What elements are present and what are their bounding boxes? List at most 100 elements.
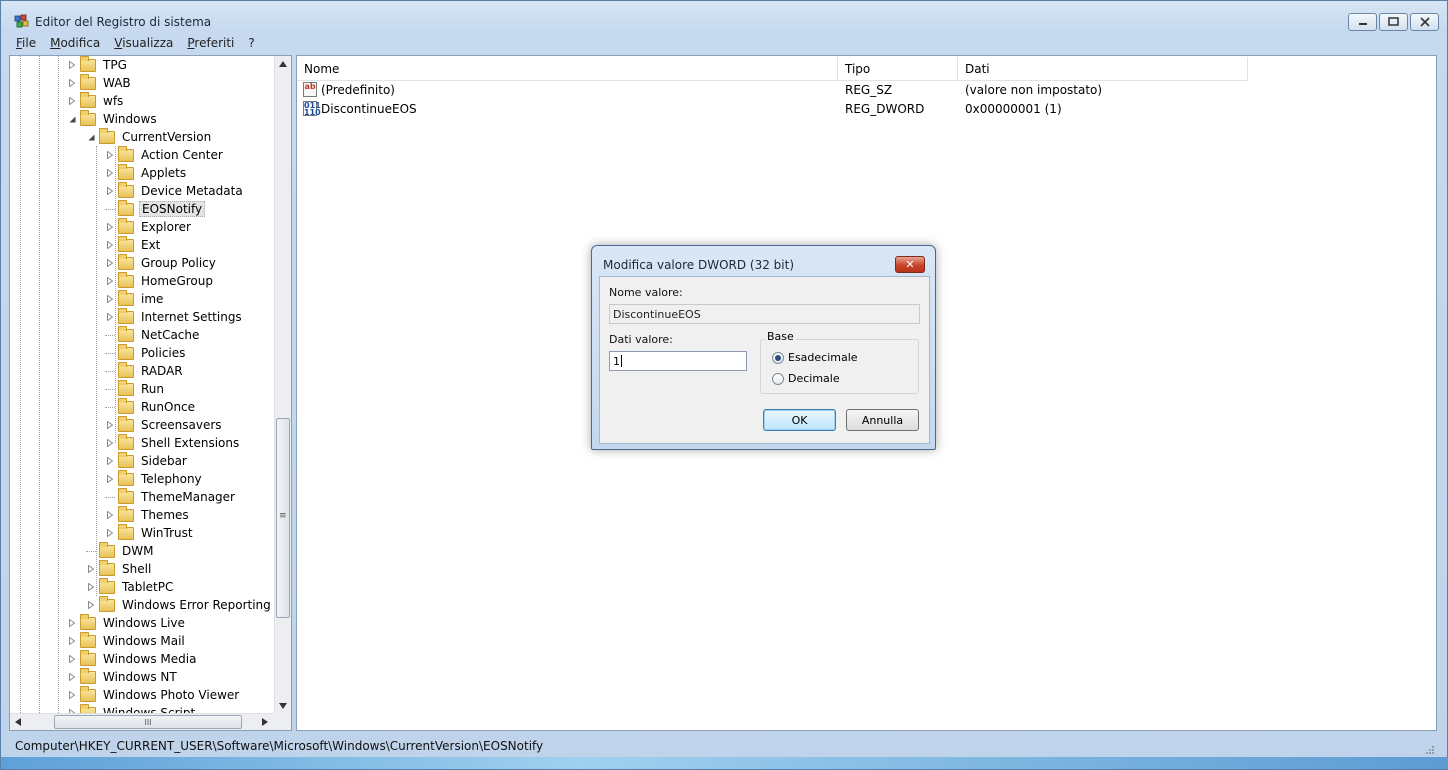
expand-arrow-icon[interactable] bbox=[105, 524, 115, 542]
radio-unselected-icon[interactable] bbox=[772, 372, 784, 385]
tree-node[interactable]: DWM bbox=[86, 541, 155, 560]
radio-selected-icon[interactable] bbox=[772, 351, 784, 364]
tree-node[interactable]: Windows Photo Viewer bbox=[67, 685, 241, 704]
tree-node[interactable]: Windows Error Reporting bbox=[86, 595, 273, 614]
value-name: (Predefinito) bbox=[321, 83, 395, 97]
expand-arrow-icon[interactable] bbox=[105, 416, 115, 434]
tree-node[interactable]: WAB bbox=[67, 73, 133, 92]
minimize-button[interactable] bbox=[1348, 13, 1377, 31]
expand-arrow-icon[interactable] bbox=[67, 668, 77, 686]
tree-node[interactable]: TPG bbox=[67, 56, 129, 74]
expand-arrow-icon[interactable] bbox=[105, 182, 115, 200]
tree-node[interactable]: Device Metadata bbox=[105, 181, 245, 200]
expand-arrow-icon[interactable] bbox=[105, 470, 115, 488]
tree-node[interactable]: TabletPC bbox=[86, 577, 175, 596]
expand-arrow-icon[interactable] bbox=[105, 218, 115, 236]
ok-button[interactable]: OK bbox=[763, 409, 836, 431]
tree-node[interactable]: Telephony bbox=[105, 469, 204, 488]
tree-node[interactable]: Internet Settings bbox=[105, 307, 244, 326]
expand-arrow-icon[interactable] bbox=[86, 560, 96, 578]
tree-node[interactable]: Sidebar bbox=[105, 451, 189, 470]
tree-node[interactable]: Windows NT bbox=[67, 667, 179, 686]
tree-node[interactable]: HomeGroup bbox=[105, 271, 215, 290]
menu-help[interactable]: ? bbox=[241, 35, 261, 53]
scroll-right-icon[interactable] bbox=[262, 718, 268, 726]
expand-arrow-icon[interactable] bbox=[105, 164, 115, 182]
value-row[interactable]: ab (Predefinito) REG_SZ (valore non impo… bbox=[297, 81, 1257, 100]
tree-node[interactable]: Policies bbox=[105, 343, 187, 362]
tree-horizontal-scrollbar[interactable]: III bbox=[10, 713, 274, 730]
expand-arrow-icon[interactable] bbox=[67, 74, 77, 92]
vertical-scroll-thumb[interactable]: ≡ bbox=[276, 418, 290, 618]
column-header-nome[interactable]: Nome bbox=[297, 57, 838, 81]
tree-node[interactable]: ThemeManager bbox=[105, 487, 237, 506]
expand-arrow-icon[interactable] bbox=[105, 434, 115, 452]
expand-arrow-icon[interactable] bbox=[67, 632, 77, 650]
expand-arrow-icon[interactable] bbox=[67, 92, 77, 110]
tree-node[interactable]: Ext bbox=[105, 235, 162, 254]
expand-arrow-icon[interactable] bbox=[105, 308, 115, 326]
column-header-dati[interactable]: Dati bbox=[958, 57, 1248, 81]
close-window-button[interactable] bbox=[1410, 13, 1439, 31]
tree-node-label: Windows Photo Viewer bbox=[103, 688, 240, 702]
tree-node[interactable]: NetCache bbox=[105, 325, 201, 344]
expand-arrow-icon[interactable] bbox=[105, 236, 115, 254]
resize-grip-icon[interactable] bbox=[1425, 745, 1435, 755]
radio-decimal[interactable]: Decimale bbox=[772, 372, 840, 385]
tree-node[interactable]: RADAR bbox=[105, 361, 185, 380]
value-data-input[interactable]: 1 bbox=[609, 351, 747, 371]
cancel-button[interactable]: Annulla bbox=[846, 409, 919, 431]
scroll-down-icon[interactable] bbox=[279, 703, 287, 709]
dialog-close-button[interactable]: ✕ bbox=[895, 256, 925, 273]
tree-node[interactable]: CurrentVersion bbox=[86, 127, 213, 146]
expand-arrow-icon[interactable] bbox=[86, 578, 96, 596]
tree-node[interactable]: Shell Extensions bbox=[105, 433, 241, 452]
tree-node[interactable]: Windows Media bbox=[67, 649, 198, 668]
expand-arrow-icon[interactable] bbox=[105, 146, 115, 164]
expand-arrow-icon[interactable] bbox=[105, 290, 115, 308]
tree-node[interactable]: RunOnce bbox=[105, 397, 197, 416]
expand-arrow-icon[interactable] bbox=[105, 254, 115, 272]
menu-visualizza[interactable]: Visualizza bbox=[107, 35, 180, 53]
column-header-tipo[interactable]: Tipo bbox=[838, 57, 958, 81]
registry-tree[interactable]: TPG WAB wfs Windows CurrentVersion Action Cen… bbox=[9, 55, 292, 731]
value-row[interactable]: 011 110 DiscontinueEOS REG_DWORD 0x00000… bbox=[297, 100, 1257, 119]
tree-vertical-scrollbar[interactable]: ≡ bbox=[274, 56, 291, 715]
tree-node[interactable]: WinTrust bbox=[105, 523, 195, 542]
expand-arrow-icon[interactable] bbox=[67, 650, 77, 668]
collapse-arrow-icon[interactable] bbox=[67, 110, 77, 128]
expand-arrow-icon[interactable] bbox=[105, 452, 115, 470]
maximize-button[interactable] bbox=[1379, 13, 1408, 31]
expand-arrow-icon[interactable] bbox=[86, 596, 96, 614]
tree-node[interactable]: Explorer bbox=[105, 217, 193, 236]
expand-arrow-icon[interactable] bbox=[67, 614, 77, 632]
scroll-left-icon[interactable] bbox=[15, 718, 21, 726]
title-bar[interactable]: Editor del Registro di sistema bbox=[1, 1, 1447, 35]
tree-node[interactable]: Screensavers bbox=[105, 415, 224, 434]
tree-node[interactable]: Shell bbox=[86, 559, 153, 578]
tree-node[interactable]: ime bbox=[105, 289, 165, 308]
tree-node[interactable]: Windows Live bbox=[67, 613, 187, 632]
menu-file[interactable]: File bbox=[9, 35, 43, 53]
tree-node[interactable]: Themes bbox=[105, 505, 191, 524]
menu-modifica[interactable]: Modifica bbox=[43, 35, 107, 53]
horizontal-scroll-thumb[interactable]: III bbox=[54, 715, 242, 729]
tree-node[interactable]: Windows bbox=[67, 109, 159, 128]
collapse-arrow-icon[interactable] bbox=[86, 128, 96, 146]
expand-arrow-icon[interactable] bbox=[67, 686, 77, 704]
tree-node[interactable]: Group Policy bbox=[105, 253, 218, 272]
menu-preferiti[interactable]: Preferiti bbox=[180, 35, 241, 53]
tree-node[interactable]: Windows Mail bbox=[67, 631, 187, 650]
tree-node-label: Telephony bbox=[141, 472, 202, 486]
scroll-up-icon[interactable] bbox=[279, 61, 287, 67]
tree-node[interactable]: Run bbox=[105, 379, 166, 398]
expand-arrow-icon[interactable] bbox=[105, 506, 115, 524]
expand-arrow-icon[interactable] bbox=[105, 272, 115, 290]
tree-node[interactable]: Action Center bbox=[105, 145, 225, 164]
expand-arrow-icon[interactable] bbox=[67, 56, 77, 74]
tree-node[interactable]: wfs bbox=[67, 91, 125, 110]
tree-node[interactable]: Applets bbox=[105, 163, 188, 182]
tree-node[interactable]: EOSNotify bbox=[105, 199, 206, 218]
folder-icon bbox=[118, 343, 134, 360]
radio-hexadecimal[interactable]: Esadecimale bbox=[772, 351, 858, 364]
